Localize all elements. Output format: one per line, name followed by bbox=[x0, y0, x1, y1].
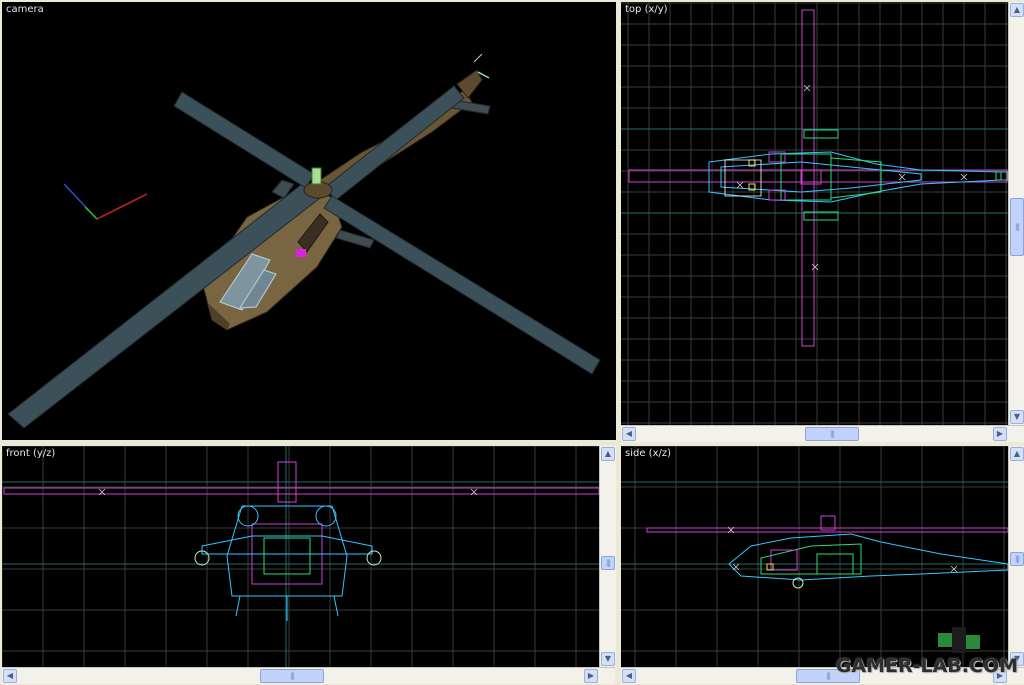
gamer-lab-logo-icon bbox=[938, 627, 980, 653]
front-view-wireframe bbox=[2, 446, 599, 667]
camera-viewport[interactable]: camera bbox=[2, 2, 616, 440]
scroll-thumb-grip: ||| bbox=[605, 559, 611, 567]
scroll-down-button[interactable]: ▼ bbox=[601, 652, 615, 666]
scroll-left-button[interactable]: ◀ bbox=[3, 669, 17, 683]
scroll-up-button[interactable]: ▲ bbox=[1010, 3, 1024, 17]
scroll-thumb[interactable]: ||| bbox=[260, 669, 324, 683]
top-view-wireframe bbox=[621, 2, 1008, 425]
scroll-thumb[interactable]: ||| bbox=[1010, 552, 1024, 566]
scroll-thumb-grip: ||| bbox=[1014, 555, 1020, 563]
scroll-thumb-grip: ||| bbox=[829, 430, 835, 438]
top-viewport-label: top (x/y) bbox=[625, 4, 668, 15]
scroll-thumb[interactable]: ||| bbox=[1010, 198, 1024, 256]
scroll-down-button[interactable]: ▼ bbox=[1010, 410, 1024, 424]
side-viewport-label: side (x/z) bbox=[625, 448, 672, 459]
scroll-up-button[interactable]: ▲ bbox=[1010, 447, 1024, 461]
top-viewport-vertical-scrollbar[interactable]: ▲ ||| ▼ bbox=[1008, 2, 1024, 425]
front-viewport-vertical-scrollbar[interactable]: ▲ ||| ▼ bbox=[599, 446, 616, 667]
front-viewport[interactable]: front (y/z) bbox=[2, 446, 599, 667]
front-viewport-horizontal-scrollbar[interactable]: ◀ ||| ▶ bbox=[2, 667, 615, 684]
scroll-left-button[interactable]: ◀ bbox=[622, 427, 636, 441]
scroll-thumb-grip: ||| bbox=[289, 672, 295, 680]
watermark-text: GAMER-LAB.COM bbox=[835, 655, 1018, 677]
scroll-left-button[interactable]: ◀ bbox=[622, 669, 636, 683]
front-viewport-label: front (y/z) bbox=[6, 448, 56, 459]
side-viewport-vertical-scrollbar[interactable]: ▲ ||| ▼ bbox=[1008, 446, 1024, 667]
scroll-right-button[interactable]: ▶ bbox=[584, 669, 598, 683]
top-viewport[interactable]: top (x/y) bbox=[621, 2, 1008, 425]
scroll-thumb-grip: ||| bbox=[825, 672, 831, 680]
scroll-thumb[interactable]: ||| bbox=[805, 427, 859, 441]
top-viewport-horizontal-scrollbar[interactable]: ◀ ||| ▶ bbox=[621, 425, 1024, 442]
camera-viewport-label: camera bbox=[6, 4, 44, 15]
scroll-thumb-grip: ||| bbox=[1014, 223, 1020, 231]
scroll-thumb[interactable]: ||| bbox=[601, 556, 615, 570]
scroll-right-button[interactable]: ▶ bbox=[993, 427, 1007, 441]
scroll-up-button[interactable]: ▲ bbox=[601, 447, 615, 461]
helicopter-3d-model bbox=[7, 53, 601, 429]
